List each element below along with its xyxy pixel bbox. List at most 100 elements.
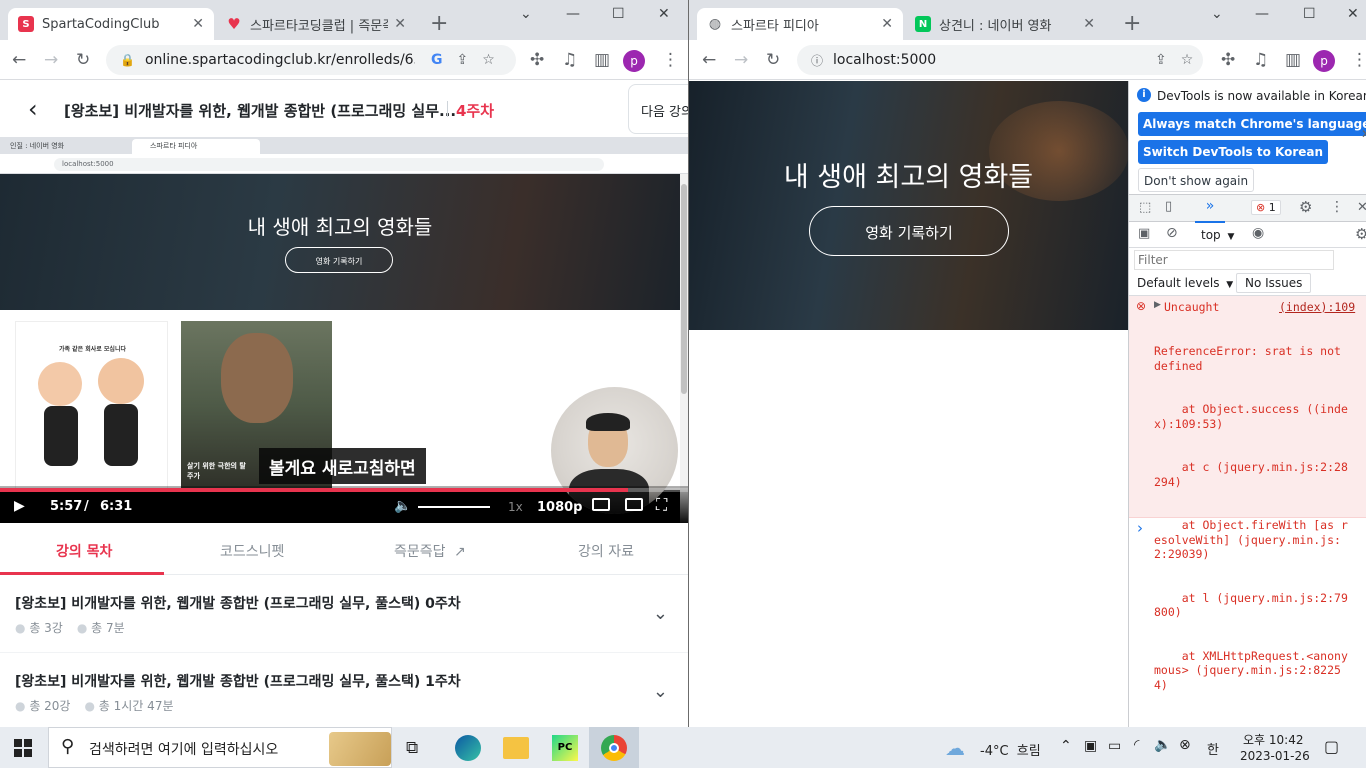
tab-materials[interactable]: 강의 자료	[578, 541, 634, 561]
pycharm-icon[interactable]: PC	[552, 735, 578, 761]
tab-code-snippet[interactable]: 코드스니펫	[220, 541, 284, 561]
log-levels-dropdown[interactable]: Default levels ▼	[1137, 276, 1233, 290]
google-icon[interactable]: G	[431, 52, 443, 68]
minimize-button[interactable]: —	[1255, 6, 1269, 22]
speed-button[interactable]: 1x	[508, 500, 523, 514]
console-filter-input[interactable]	[1134, 250, 1334, 270]
chrome-taskbar-item[interactable]	[589, 727, 639, 768]
bookmark-star-icon[interactable]: ☆	[1181, 52, 1194, 68]
week-item-1[interactable]: [왕초보] 비개발자를 위한, 웹개발 종합반 (프로그래밍 실무, 풀스택) …	[0, 653, 688, 727]
new-tab-button[interactable]: +	[1123, 12, 1141, 36]
context-selector[interactable]: top ▼	[1201, 228, 1234, 242]
battery-icon[interactable]: ▭	[1108, 738, 1121, 754]
tab-sparta-pedia[interactable]: ◍ 스파르타 피디아 ✕	[697, 8, 903, 40]
tab-search-chevron-icon[interactable]: ⌄	[520, 6, 532, 22]
notification-icon[interactable]: ▢	[1324, 737, 1339, 756]
console-prompt[interactable]: ›	[1137, 519, 1143, 537]
volume-icon[interactable]: 🔈	[1154, 737, 1171, 753]
maximize-button[interactable]: ☐	[1303, 6, 1316, 22]
progress-track[interactable]	[0, 488, 688, 492]
tab-toc[interactable]: 강의 목차	[56, 541, 112, 561]
error-counter[interactable]: ⊗ 1	[1251, 200, 1281, 215]
weather-text[interactable]: -4°C 흐림	[980, 740, 1041, 759]
menu-icon[interactable]: ⋮	[662, 50, 679, 70]
close-window-button[interactable]: ✕	[658, 6, 670, 22]
close-tab-icon[interactable]: ✕	[394, 16, 406, 32]
profile-avatar[interactable]: p	[1313, 50, 1335, 72]
clock-date[interactable]: 2023-01-26	[1240, 749, 1310, 763]
back-arrow-icon[interactable]: ‹	[28, 95, 38, 123]
always-match-language-button[interactable]: Always match Chrome's language	[1138, 112, 1366, 136]
extensions-icon[interactable]: ✣	[530, 50, 544, 70]
close-infobar-icon[interactable]: ✕	[1361, 127, 1366, 141]
forward-icon[interactable]: →	[44, 50, 58, 70]
wifi-icon[interactable]: ◜	[1134, 737, 1139, 753]
side-panel-icon[interactable]: ▥	[594, 50, 610, 70]
pip-icon[interactable]	[625, 498, 643, 511]
tab-sparta-qna[interactable]: ♥ 스파르타코딩클럽 | 즉문즉 ✕	[216, 8, 416, 40]
media-control-icon[interactable]: ♫	[1253, 50, 1268, 70]
share-icon[interactable]: ⇪	[456, 52, 468, 68]
maximize-button[interactable]: ☐	[612, 6, 625, 22]
clock-time[interactable]: 오후 10:42	[1243, 731, 1303, 748]
more-tabs-button[interactable]: »	[1195, 198, 1225, 223]
captions-icon[interactable]	[592, 498, 610, 511]
play-icon[interactable]: ▶	[14, 498, 25, 514]
extensions-icon[interactable]: ✣	[1221, 50, 1235, 70]
switch-to-korean-button[interactable]: Switch DevTools to Korean	[1138, 140, 1329, 164]
reload-icon[interactable]: ↻	[76, 50, 90, 70]
close-window-button[interactable]: ✕	[1347, 6, 1359, 22]
clear-console-icon[interactable]: ⊘	[1166, 225, 1178, 241]
task-view-icon[interactable]: ⧉	[406, 738, 418, 758]
mute-mic-icon[interactable]: ⊗	[1179, 737, 1191, 753]
tab-search-chevron-icon[interactable]: ⌄	[1211, 6, 1223, 22]
next-lecture-button[interactable]: 다음 강의	[628, 84, 688, 134]
windows-start-icon[interactable]	[14, 739, 32, 757]
expand-triangle-icon[interactable]: ▶	[1154, 300, 1161, 310]
back-icon[interactable]: ←	[702, 50, 716, 70]
reload-icon[interactable]: ↻	[766, 50, 780, 70]
file-explorer-icon[interactable]	[503, 737, 529, 759]
fullscreen-icon[interactable]: ⛶	[656, 495, 667, 515]
chevron-down-icon[interactable]: ⌄	[653, 603, 668, 624]
error-source-link[interactable]: (index):109	[1279, 300, 1355, 314]
menu-icon[interactable]: ⋮	[1351, 50, 1366, 70]
media-control-icon[interactable]: ♫	[562, 50, 577, 70]
week-item-0[interactable]: [왕초보] 비개발자를 위한, 웹개발 종합반 (프로그래밍 실무, 풀스택) …	[0, 575, 688, 653]
address-bar[interactable]: 🔒 online.spartacodingclub.kr/enrolleds/6…	[106, 45, 516, 75]
volume-icon[interactable]: 🔈	[394, 498, 411, 514]
meet-now-icon[interactable]: ▣	[1084, 738, 1097, 754]
sidebar-toggle-icon[interactable]: ▣	[1138, 226, 1150, 241]
record-movie-button[interactable]: 영화 기록하기	[809, 206, 1009, 256]
console-settings-icon[interactable]: ⚙	[1355, 225, 1366, 243]
close-tab-icon[interactable]: ✕	[881, 16, 893, 32]
live-expression-eye-icon[interactable]: ◉	[1252, 225, 1264, 241]
console-error-message[interactable]: ⊗ ▶ Uncaught (index):109 ReferenceError:…	[1129, 296, 1366, 692]
share-icon[interactable]: ⇪	[1155, 52, 1167, 68]
tab-naver-movie[interactable]: N 상견니 : 네이버 영화 ✕	[905, 8, 1105, 40]
tab-spartacodingclub[interactable]: S SpartaCodingClub ✕	[8, 8, 214, 40]
taskbar-search-box[interactable]: ⚲ 검색하려면 여기에 입력하십시오	[48, 727, 392, 768]
forward-icon[interactable]: →	[734, 50, 748, 70]
device-toolbar-icon[interactable]: ▯	[1165, 199, 1172, 214]
video-player[interactable]: 인질 : 네이버 영화 스파르타 피디아 localhost:5000 내 생애…	[0, 137, 688, 523]
devtools-menu-icon[interactable]: ⋮	[1330, 199, 1344, 215]
close-tab-icon[interactable]: ✕	[192, 16, 204, 32]
edge-icon[interactable]	[455, 735, 481, 761]
back-icon[interactable]: ←	[12, 50, 26, 70]
close-tab-icon[interactable]: ✕	[1083, 16, 1095, 32]
settings-gear-icon[interactable]: ⚙	[1299, 198, 1312, 216]
profile-avatar[interactable]: p	[623, 50, 645, 72]
chevron-down-icon[interactable]: ⌄	[653, 681, 668, 702]
ime-indicator[interactable]: 한	[1207, 739, 1219, 758]
new-tab-button[interactable]: +	[430, 12, 448, 36]
volume-slider[interactable]	[418, 506, 490, 508]
tray-chevron-up-icon[interactable]: ⌃	[1060, 738, 1072, 754]
side-panel-icon[interactable]: ▥	[1285, 50, 1301, 70]
close-devtools-icon[interactable]: ✕	[1357, 200, 1366, 215]
bookmark-star-icon[interactable]: ☆	[482, 52, 495, 68]
quality-button[interactable]: 1080p	[537, 500, 583, 515]
inspect-element-icon[interactable]: ⬚	[1139, 200, 1151, 215]
dont-show-again-button[interactable]: Don't show again	[1138, 168, 1255, 192]
issues-button[interactable]: No Issues	[1236, 273, 1312, 293]
